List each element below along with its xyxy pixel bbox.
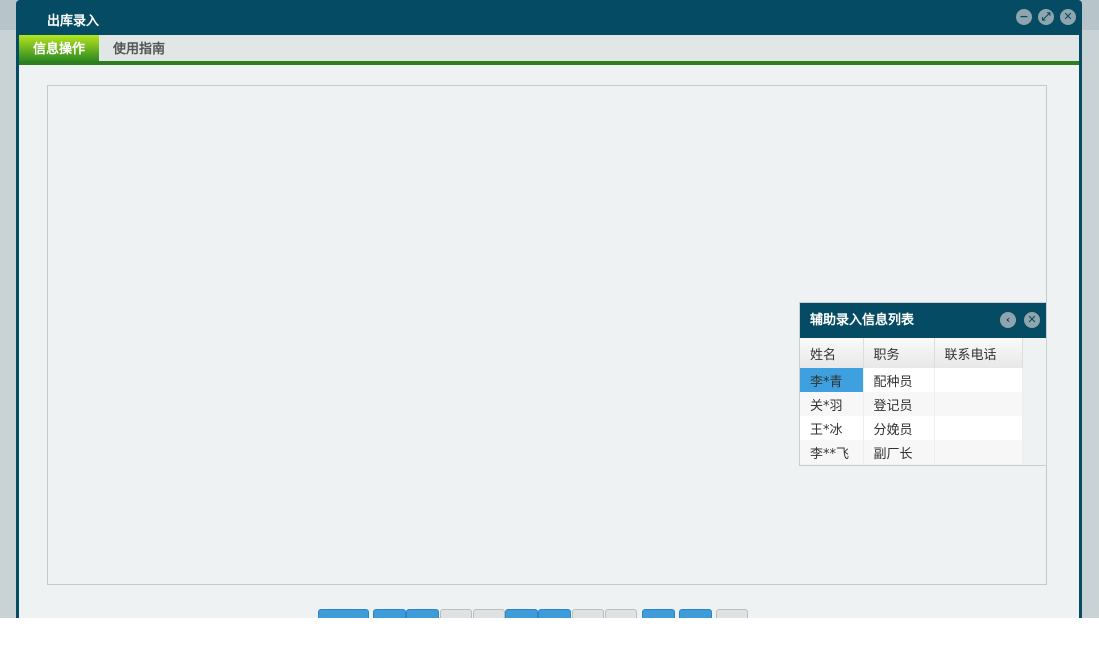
cell-name: 李*青: [800, 368, 864, 392]
cell-name: 王*冰: [800, 416, 864, 440]
viewport-bottom: [0, 618, 1099, 655]
close-icon[interactable]: ✕: [1060, 9, 1076, 25]
cell-name: 李**飞: [800, 440, 864, 464]
cell-name: 关*羽: [800, 392, 864, 416]
column-header-position[interactable]: 职务: [863, 338, 935, 368]
table-row[interactable]: 关*羽 登记员: [800, 392, 1023, 416]
panel-close-icon[interactable]: ✕: [1024, 312, 1040, 328]
table-row[interactable]: 李*青 配种员: [800, 368, 1023, 392]
maximize-icon[interactable]: ⤢: [1038, 9, 1054, 25]
table-row[interactable]: 王*冰 分娩员: [800, 416, 1023, 440]
tab-user-guide[interactable]: 使用指南: [99, 35, 179, 61]
cell-position: 分娩员: [863, 416, 935, 440]
column-header-name[interactable]: 姓名: [800, 338, 864, 368]
window-title: 出库录入: [47, 14, 100, 29]
cell-phone: [934, 416, 1023, 440]
cell-phone: [934, 392, 1023, 416]
tab-info-operation[interactable]: 信息操作: [19, 35, 100, 61]
cell-phone: [934, 440, 1023, 464]
dialog-window: 出库录入 − ⤢ ✕ 信息操作 使用指南 辅助录入信息列表 ‹ ✕ 姓名 职务 …: [16, 0, 1082, 618]
table-row[interactable]: 李**飞 副厂长: [800, 440, 1023, 464]
column-header-phone[interactable]: 联系电话: [934, 338, 1023, 368]
cell-position: 配种员: [863, 368, 935, 392]
cell-position: 副厂长: [863, 440, 935, 464]
helper-table: 姓名 职务 联系电话 李*青 配种员 关*羽 登记员 王*冰 分娩员 李**飞 副厂长: [800, 338, 1023, 464]
panel-title: 辅助录入信息列表: [810, 313, 915, 328]
helper-list-panel: 辅助录入信息列表 ‹ ✕ 姓名 职务 联系电话 李*青 配种员 关*羽 登记员 王*…: [799, 302, 1047, 466]
cell-phone: [934, 368, 1023, 392]
collapse-icon[interactable]: ‹: [1000, 312, 1016, 328]
cell-position: 登记员: [863, 392, 935, 416]
minimize-icon[interactable]: −: [1016, 9, 1032, 25]
